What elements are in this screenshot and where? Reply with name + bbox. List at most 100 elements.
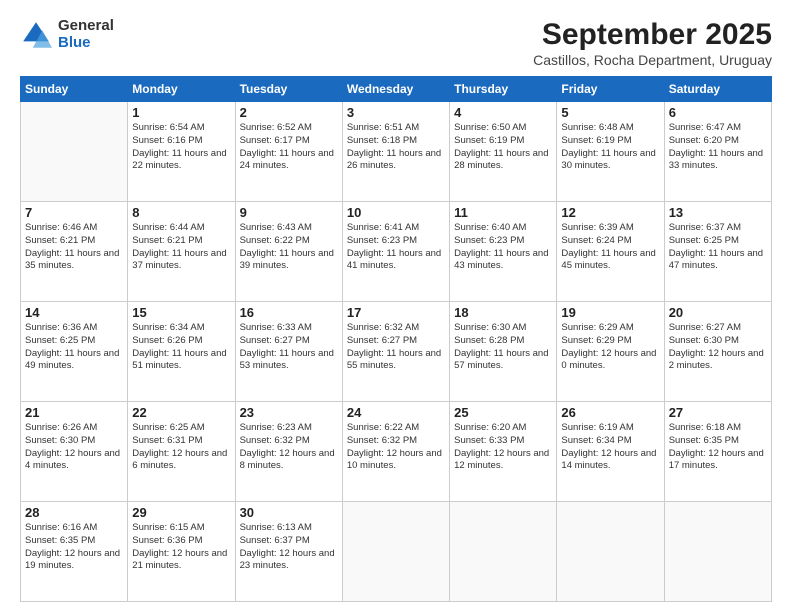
weekday-header-cell: Friday	[557, 77, 664, 102]
day-info: Sunrise: 6:29 AM Sunset: 6:29 PM Dayligh…	[561, 322, 659, 373]
calendar-cell	[557, 502, 664, 602]
day-number: 13	[669, 205, 767, 220]
day-info: Sunrise: 6:16 AM Sunset: 6:35 PM Dayligh…	[25, 522, 123, 573]
day-info: Sunrise: 6:26 AM Sunset: 6:30 PM Dayligh…	[25, 422, 123, 473]
day-number: 11	[454, 205, 552, 220]
day-number: 3	[347, 105, 445, 120]
logo-text: General Blue	[58, 18, 114, 51]
month-title: September 2025	[533, 18, 772, 52]
calendar-table: SundayMondayTuesdayWednesdayThursdayFrid…	[20, 76, 772, 602]
day-number: 14	[25, 305, 123, 320]
calendar-cell: 9 Sunrise: 6:43 AM Sunset: 6:22 PM Daylig…	[235, 202, 342, 302]
day-info: Sunrise: 6:51 AM Sunset: 6:18 PM Dayligh…	[347, 122, 445, 173]
day-info: Sunrise: 6:19 AM Sunset: 6:34 PM Dayligh…	[561, 422, 659, 473]
calendar-cell: 14 Sunrise: 6:36 AM Sunset: 6:25 PM Dayli…	[21, 302, 128, 402]
day-number: 9	[240, 205, 338, 220]
calendar-cell: 1 Sunrise: 6:54 AM Sunset: 6:16 PM Daylig…	[128, 102, 235, 202]
calendar-cell: 7 Sunrise: 6:46 AM Sunset: 6:21 PM Daylig…	[21, 202, 128, 302]
day-info: Sunrise: 6:47 AM Sunset: 6:20 PM Dayligh…	[669, 122, 767, 173]
day-info: Sunrise: 6:36 AM Sunset: 6:25 PM Dayligh…	[25, 322, 123, 373]
calendar-cell: 13 Sunrise: 6:37 AM Sunset: 6:25 PM Dayli…	[664, 202, 771, 302]
day-info: Sunrise: 6:44 AM Sunset: 6:21 PM Dayligh…	[132, 222, 230, 273]
day-number: 30	[240, 505, 338, 520]
day-info: Sunrise: 6:18 AM Sunset: 6:35 PM Dayligh…	[669, 422, 767, 473]
calendar-cell: 25 Sunrise: 6:20 AM Sunset: 6:33 PM Dayli…	[450, 402, 557, 502]
day-number: 8	[132, 205, 230, 220]
day-info: Sunrise: 6:33 AM Sunset: 6:27 PM Dayligh…	[240, 322, 338, 373]
weekday-header-cell: Tuesday	[235, 77, 342, 102]
day-info: Sunrise: 6:52 AM Sunset: 6:17 PM Dayligh…	[240, 122, 338, 173]
day-number: 27	[669, 405, 767, 420]
day-number: 20	[669, 305, 767, 320]
weekday-header-cell: Monday	[128, 77, 235, 102]
calendar-cell: 10 Sunrise: 6:41 AM Sunset: 6:23 PM Dayli…	[342, 202, 449, 302]
calendar-cell	[664, 502, 771, 602]
calendar-cell	[21, 102, 128, 202]
day-info: Sunrise: 6:46 AM Sunset: 6:21 PM Dayligh…	[25, 222, 123, 273]
day-number: 29	[132, 505, 230, 520]
day-number: 24	[347, 405, 445, 420]
calendar-cell: 27 Sunrise: 6:18 AM Sunset: 6:35 PM Dayli…	[664, 402, 771, 502]
weekday-header-cell: Saturday	[664, 77, 771, 102]
calendar-cell: 2Sunrise: 6:52 AM Sunset: 6:17 PM Daylig…	[235, 102, 342, 202]
day-info: Sunrise: 6:20 AM Sunset: 6:33 PM Dayligh…	[454, 422, 552, 473]
calendar-cell: 5Sunrise: 6:48 AM Sunset: 6:19 PM Daylig…	[557, 102, 664, 202]
calendar-week-row: 7 Sunrise: 6:46 AM Sunset: 6:21 PM Daylig…	[21, 202, 772, 302]
day-number: 18	[454, 305, 552, 320]
calendar-cell: 15 Sunrise: 6:34 AM Sunset: 6:26 PM Dayli…	[128, 302, 235, 402]
day-number: 5	[561, 105, 659, 120]
calendar-cell: 17Sunrise: 6:32 AM Sunset: 6:27 PM Dayli…	[342, 302, 449, 402]
day-info: Sunrise: 6:27 AM Sunset: 6:30 PM Dayligh…	[669, 322, 767, 373]
location: Castillos, Rocha Department, Uruguay	[533, 52, 772, 68]
weekday-header-cell: Sunday	[21, 77, 128, 102]
calendar-cell: 19 Sunrise: 6:29 AM Sunset: 6:29 PM Dayli…	[557, 302, 664, 402]
title-block: September 2025 Castillos, Rocha Departme…	[533, 18, 772, 68]
calendar-cell: 3 Sunrise: 6:51 AM Sunset: 6:18 PM Daylig…	[342, 102, 449, 202]
day-info: Sunrise: 6:54 AM Sunset: 6:16 PM Dayligh…	[132, 122, 230, 173]
calendar-cell: 8 Sunrise: 6:44 AM Sunset: 6:21 PM Daylig…	[128, 202, 235, 302]
calendar-cell: 6Sunrise: 6:47 AM Sunset: 6:20 PM Daylig…	[664, 102, 771, 202]
day-number: 25	[454, 405, 552, 420]
day-number: 15	[132, 305, 230, 320]
day-info: Sunrise: 6:37 AM Sunset: 6:25 PM Dayligh…	[669, 222, 767, 273]
day-number: 21	[25, 405, 123, 420]
day-info: Sunrise: 6:22 AM Sunset: 6:32 PM Dayligh…	[347, 422, 445, 473]
day-number: 1	[132, 105, 230, 120]
calendar-cell: 18 Sunrise: 6:30 AM Sunset: 6:28 PM Dayli…	[450, 302, 557, 402]
calendar-week-row: 21 Sunrise: 6:26 AM Sunset: 6:30 PM Dayli…	[21, 402, 772, 502]
day-number: 12	[561, 205, 659, 220]
page: General Blue September 2025 Castillos, R…	[0, 0, 792, 612]
calendar-cell: 20 Sunrise: 6:27 AM Sunset: 6:30 PM Dayli…	[664, 302, 771, 402]
day-number: 10	[347, 205, 445, 220]
weekday-header-cell: Wednesday	[342, 77, 449, 102]
day-info: Sunrise: 6:30 AM Sunset: 6:28 PM Dayligh…	[454, 322, 552, 373]
day-info: Sunrise: 6:41 AM Sunset: 6:23 PM Dayligh…	[347, 222, 445, 273]
day-info: Sunrise: 6:34 AM Sunset: 6:26 PM Dayligh…	[132, 322, 230, 373]
calendar-cell	[450, 502, 557, 602]
calendar-cell: 23Sunrise: 6:23 AM Sunset: 6:32 PM Dayli…	[235, 402, 342, 502]
logo-icon	[20, 19, 52, 51]
header: General Blue September 2025 Castillos, R…	[20, 18, 772, 68]
calendar-cell: 12Sunrise: 6:39 AM Sunset: 6:24 PM Dayli…	[557, 202, 664, 302]
day-number: 19	[561, 305, 659, 320]
calendar-cell: 4Sunrise: 6:50 AM Sunset: 6:19 PM Daylig…	[450, 102, 557, 202]
calendar-cell: 28 Sunrise: 6:16 AM Sunset: 6:35 PM Dayli…	[21, 502, 128, 602]
day-number: 28	[25, 505, 123, 520]
calendar-body: 1 Sunrise: 6:54 AM Sunset: 6:16 PM Daylig…	[21, 102, 772, 602]
calendar-cell: 22 Sunrise: 6:25 AM Sunset: 6:31 PM Dayli…	[128, 402, 235, 502]
day-number: 7	[25, 205, 123, 220]
day-number: 16	[240, 305, 338, 320]
day-info: Sunrise: 6:40 AM Sunset: 6:23 PM Dayligh…	[454, 222, 552, 273]
calendar-cell: 16 Sunrise: 6:33 AM Sunset: 6:27 PM Dayli…	[235, 302, 342, 402]
logo: General Blue	[20, 18, 114, 51]
logo-blue: Blue	[58, 35, 114, 52]
calendar-cell: 21 Sunrise: 6:26 AM Sunset: 6:30 PM Dayli…	[21, 402, 128, 502]
day-info: Sunrise: 6:43 AM Sunset: 6:22 PM Dayligh…	[240, 222, 338, 273]
day-info: Sunrise: 6:25 AM Sunset: 6:31 PM Dayligh…	[132, 422, 230, 473]
logo-general: General	[58, 18, 114, 35]
day-number: 22	[132, 405, 230, 420]
calendar-week-row: 14 Sunrise: 6:36 AM Sunset: 6:25 PM Dayli…	[21, 302, 772, 402]
day-number: 17	[347, 305, 445, 320]
day-number: 23	[240, 405, 338, 420]
day-number: 4	[454, 105, 552, 120]
